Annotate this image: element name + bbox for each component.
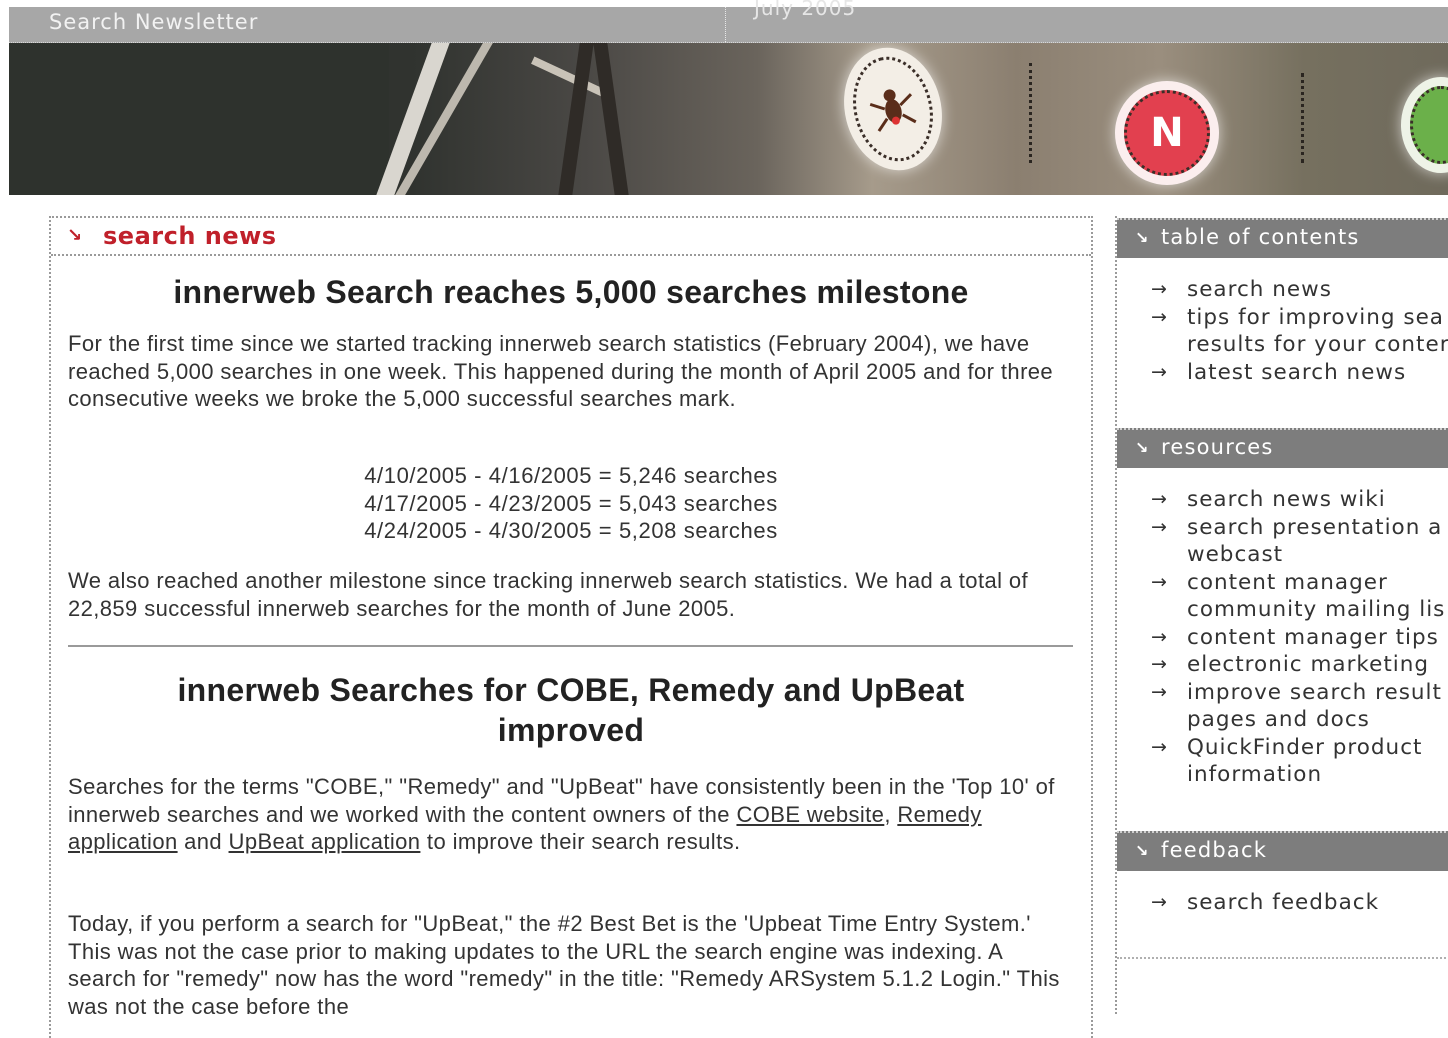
article-paragraph: Today, if you perform a search for "UpBe… — [68, 911, 1060, 1019]
header-arrow-icon: ↘ — [1135, 841, 1149, 860]
article-title: innerweb Searches for COBE, Remedy and U… — [51, 670, 1091, 750]
sidebar-link[interactable]: → search news — [1117, 276, 1448, 304]
banner-dotted-line — [1029, 63, 1032, 163]
sidebar-link[interactable]: → search presentation a webcast — [1117, 514, 1448, 569]
newsletter-title: Search Newsletter — [49, 10, 259, 34]
article-title-line: innerweb Searches for COBE, Remedy and U… — [177, 672, 965, 708]
paragraph-text: to improve their search results. — [420, 829, 741, 854]
sidebar-link-label[interactable]: improve search result — [1187, 680, 1442, 705]
sidebar-link[interactable]: → search news wiki — [1117, 486, 1448, 514]
article-divider — [68, 645, 1073, 647]
article-title: innerweb Search reaches 5,000 searches m… — [173, 274, 969, 310]
sidebar-link-label[interactable]: pages and docs — [1187, 707, 1370, 732]
resources-list: → search news wiki → search presentation aw… — [1117, 486, 1448, 789]
arrow-right-icon: → — [1151, 653, 1168, 675]
sidebar-link-label[interactable]: content manager — [1187, 570, 1388, 595]
arrow-right-icon: → — [1151, 305, 1168, 328]
sidebar-link-label[interactable]: search news — [1187, 277, 1332, 302]
green-circle-icon — [1410, 86, 1448, 164]
paragraph-text: , — [884, 801, 898, 827]
issue-date: July 2005 — [754, 0, 857, 20]
header-banner-image: N — [9, 43, 1448, 195]
sidebar-link-label[interactable]: latest search news — [1187, 360, 1406, 385]
paragraph-text: and — [177, 829, 229, 854]
toc-title: table of contents — [1161, 225, 1360, 249]
sidebar-link-label[interactable]: electronic marketing — [1187, 652, 1429, 677]
section-arrow-icon: ↘ — [67, 225, 83, 246]
main-content: ↘ search news innerweb Search reaches 5,… — [49, 216, 1093, 1038]
upbeat-application-link[interactable]: UpBeat application — [229, 829, 421, 854]
feedback-header: ↘ feedback — [1117, 831, 1448, 871]
header-arrow-icon: ↘ — [1135, 438, 1149, 457]
arrow-right-icon: → — [1151, 625, 1168, 648]
sidebar-link-label[interactable]: tips for improving sea — [1187, 305, 1444, 330]
bug-disc-icon — [831, 43, 955, 181]
sidebar-link[interactable]: → search feedback — [1117, 889, 1448, 917]
sidebar-link-label[interactable]: results for your conter — [1187, 332, 1448, 357]
sidebar-link[interactable]: → latest search news — [1117, 359, 1448, 387]
newsletter-header-bar: Search Newsletter July 2005 — [9, 0, 1448, 43]
banner-beam — [558, 43, 594, 195]
sidebar-link-label[interactable]: community mailing lis — [1187, 597, 1445, 622]
weekly-stats: 4/10/2005 - 4/16/2005 = 5,246 searches 4… — [51, 462, 1091, 545]
article-title-line: improved — [497, 712, 645, 748]
resources-title: resources — [1161, 435, 1274, 459]
sidebar-link[interactable]: → QuickFinder product information — [1117, 734, 1448, 789]
sidebar-link[interactable]: → electronic marketing — [1117, 651, 1448, 679]
sidebar-link-label[interactable]: search presentation a — [1187, 515, 1442, 540]
banner-dark-area — [9, 43, 389, 195]
feedback-list: → search feedback — [1117, 889, 1448, 917]
arrow-right-icon: → — [1151, 891, 1168, 913]
arrow-right-icon: → — [1151, 360, 1168, 383]
sidebar-link-label[interactable]: information — [1187, 762, 1322, 787]
sidebar-link-label[interactable]: search feedback — [1187, 890, 1379, 915]
article-paragraph: We also reached another milestone since … — [68, 568, 1029, 621]
article-milestone: innerweb Search reaches 5,000 searches m… — [51, 272, 1091, 621]
sidebar: ↘ table of contents → search news → tips fo… — [1115, 216, 1448, 1014]
toc-list: → search news → tips for improving sea resul… — [1117, 276, 1448, 386]
sidebar-bottom-divider — [1117, 957, 1448, 959]
arrow-right-icon: → — [1151, 735, 1168, 758]
stat-line: 4/24/2005 - 4/30/2005 = 5,208 searches — [364, 518, 778, 543]
section-header: ↘ search news — [51, 218, 1091, 256]
sidebar-link-label[interactable]: webcast — [1187, 542, 1283, 567]
arrow-right-icon: → — [1151, 488, 1168, 510]
n-letter-icon: N — [1124, 90, 1210, 176]
sidebar-link[interactable]: → content manager tips — [1117, 624, 1448, 652]
n-disc-icon: N — [1115, 81, 1219, 185]
banner-beam — [593, 43, 629, 195]
sidebar-link-label[interactable]: content manager tips — [1187, 625, 1439, 650]
arrow-right-icon: → — [1151, 278, 1168, 300]
bug-icon — [842, 48, 944, 170]
article-improved-searches: innerweb Searches for COBE, Remedy and U… — [51, 670, 1091, 1019]
header-divider — [725, 7, 726, 42]
sidebar-link-label[interactable]: search news wiki — [1187, 487, 1386, 512]
stat-line: 4/10/2005 - 4/16/2005 = 5,246 searches — [364, 463, 778, 488]
arrow-right-icon: → — [1151, 570, 1168, 593]
arrow-right-icon: → — [1151, 515, 1168, 538]
arrow-right-icon: → — [1151, 680, 1168, 703]
sidebar-link-label[interactable]: QuickFinder product — [1187, 735, 1422, 760]
article-paragraph: For the first time since we started trac… — [68, 331, 1054, 411]
resources-header: ↘ resources — [1117, 428, 1448, 468]
banner-dotted-line — [1301, 73, 1304, 163]
stat-line: 4/17/2005 - 4/23/2005 = 5,043 searches — [364, 490, 778, 516]
green-disc-icon — [1401, 77, 1448, 173]
feedback-title: feedback — [1161, 838, 1268, 862]
toc-header: ↘ table of contents — [1117, 218, 1448, 258]
header-arrow-icon: ↘ — [1135, 228, 1149, 247]
cobe-website-link[interactable]: COBE website — [736, 802, 884, 827]
sidebar-link[interactable]: → content manager community mailing lis — [1117, 569, 1448, 624]
section-title: search news — [103, 222, 277, 250]
sidebar-link[interactable]: → improve search result pages and docs — [1117, 679, 1448, 734]
article-paragraph: Searches for the terms "COBE," "Remedy" … — [68, 773, 1073, 856]
sidebar-link[interactable]: → tips for improving sea results for your … — [1117, 304, 1448, 359]
